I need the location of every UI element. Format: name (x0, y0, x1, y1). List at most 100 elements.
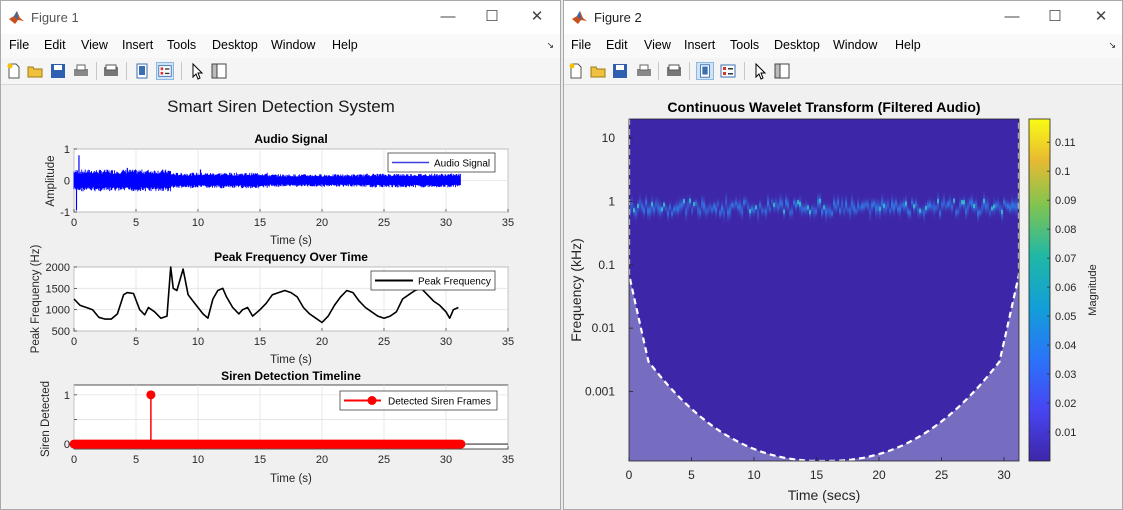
band-slice (679, 194, 682, 218)
y-tick-label: 0.01 (592, 321, 616, 335)
minimize-button[interactable]: — (433, 6, 463, 28)
menu-tools[interactable]: Tools (167, 38, 196, 52)
menu-view[interactable]: View (644, 38, 671, 52)
property-editor-icon[interactable] (719, 62, 737, 80)
band-slice (759, 197, 762, 214)
menu-window[interactable]: Window (833, 38, 877, 52)
menu-help[interactable]: Help (332, 38, 358, 52)
legend-entry-detected-siren-frames: Detected Siren Frames (388, 397, 491, 408)
print-preview-icon[interactable] (665, 62, 683, 80)
cwt-scalogram-axes[interactable]: 0 5 10 15 20 25 301010.10.010.001 Time (secs) … (568, 118, 1020, 503)
print-icon[interactable] (72, 62, 90, 80)
band-slice (1013, 194, 1016, 217)
figure2-titlebar[interactable]: Figure 2 — ☐ ✕ (564, 1, 1122, 34)
band-slice (811, 201, 814, 217)
x-tick-label: 25 (378, 217, 390, 229)
y-tick-label: 1 (64, 144, 70, 156)
close-button[interactable]: ✕ (1086, 6, 1116, 28)
menu-dock-arrow-icon[interactable]: ↘ (1108, 40, 1116, 51)
menu-edit[interactable]: Edit (44, 38, 66, 52)
band-slice (753, 200, 756, 220)
menu-edit[interactable]: Edit (606, 38, 628, 52)
band-hotspot (937, 199, 939, 204)
menu-tools[interactable]: Tools (730, 38, 759, 52)
band-hotspot (953, 198, 955, 203)
maximize-button[interactable]: ☐ (477, 6, 507, 28)
open-file-icon[interactable] (26, 62, 44, 80)
menu-view[interactable]: View (81, 38, 108, 52)
band-slice (777, 197, 780, 217)
x-axis-label: Time (s) (270, 354, 312, 366)
band-slice (771, 194, 774, 209)
colorbar[interactable]: 0.01 0.02 0.03 0.04 0.05 0.06 0.07 0.08 0.09 0.1 0… (1028, 118, 1099, 462)
print-icon[interactable] (635, 62, 653, 80)
band-slice (855, 204, 858, 219)
siren-detection-axes[interactable]: Siren Detection Timeline Time (s) Siren … (40, 369, 514, 485)
toolbar-separator (126, 62, 127, 80)
menu-insert[interactable]: Insert (684, 38, 715, 52)
band-slice (835, 197, 838, 217)
show-plot-tools-icon[interactable] (210, 62, 228, 80)
band-slice (675, 196, 678, 220)
band-slice (659, 197, 662, 222)
close-button[interactable]: ✕ (522, 6, 552, 28)
menu-file[interactable]: File (9, 38, 29, 52)
toolbar-separator (96, 62, 97, 80)
legend[interactable]: Peak Frequency (370, 270, 496, 291)
band-slice (997, 194, 1000, 217)
band-slice (957, 203, 960, 220)
minimize-button[interactable]: — (997, 6, 1027, 28)
legend[interactable]: Audio Signal (387, 152, 496, 173)
detection-marker (146, 390, 156, 400)
new-figure-icon[interactable] (567, 62, 585, 80)
select-pointer-icon[interactable] (188, 62, 206, 80)
band-slice (673, 201, 676, 217)
menu-desktop[interactable]: Desktop (212, 38, 258, 52)
band-slice (1011, 192, 1014, 219)
menu-dock-arrow-icon[interactable]: ↘ (546, 40, 554, 51)
open-file-icon[interactable] (589, 62, 607, 80)
save-icon[interactable] (611, 62, 629, 80)
x-tick-label: 20 (872, 468, 886, 482)
band-slice (697, 197, 700, 223)
band-slice (805, 197, 808, 220)
peak-frequency-axes[interactable]: Peak Frequency Over Time Time (s) Peak F… (30, 245, 514, 366)
band-slice (787, 194, 790, 216)
menu-window[interactable]: Window (271, 38, 315, 52)
band-slice (975, 193, 978, 218)
legend[interactable]: Detected Siren Frames (339, 390, 498, 411)
print-preview-icon[interactable] (102, 62, 120, 80)
y-tick-label: -1 (60, 207, 70, 219)
band-slice (923, 200, 926, 226)
band-hotspot (783, 209, 785, 214)
dock-figure-icon[interactable] (696, 62, 714, 80)
show-plot-tools-icon[interactable] (773, 62, 791, 80)
maximize-button[interactable]: ☐ (1040, 6, 1070, 28)
window-title: Figure 1 (31, 10, 79, 25)
property-editor-icon[interactable] (156, 62, 174, 80)
band-slice (719, 204, 722, 222)
band-slice (897, 200, 900, 219)
new-figure-icon[interactable] (5, 62, 23, 80)
band-slice (999, 198, 1002, 220)
dock-figure-icon[interactable] (133, 62, 151, 80)
band-slice (715, 198, 718, 221)
band-hotspot (905, 201, 907, 206)
figure1-titlebar[interactable]: Figure 1 — ☐ ✕ (1, 1, 560, 34)
select-pointer-icon[interactable] (751, 62, 769, 80)
figure2-plots: Continuous Wavelet Transform (Filtered A… (568, 99, 1099, 503)
menu-help[interactable]: Help (895, 38, 921, 52)
menu-file[interactable]: File (571, 38, 591, 52)
y-tick-label: 0.1 (598, 258, 615, 272)
save-icon[interactable] (49, 62, 67, 80)
band-hotspot (925, 205, 927, 210)
audio-signal-axes[interactable]: Audio Signal Time (s) Amplitude 0 5 10 15 20… (45, 132, 514, 247)
menu-bar: File Edit View Insert Tools Desktop Wind… (1, 34, 560, 58)
menu-desktop[interactable]: Desktop (774, 38, 820, 52)
band-slice (995, 196, 998, 215)
menu-insert[interactable]: Insert (122, 38, 153, 52)
band-hotspot (973, 203, 975, 208)
band-hotspot (879, 206, 881, 211)
band-slice (893, 195, 896, 220)
band-slice (655, 193, 658, 215)
